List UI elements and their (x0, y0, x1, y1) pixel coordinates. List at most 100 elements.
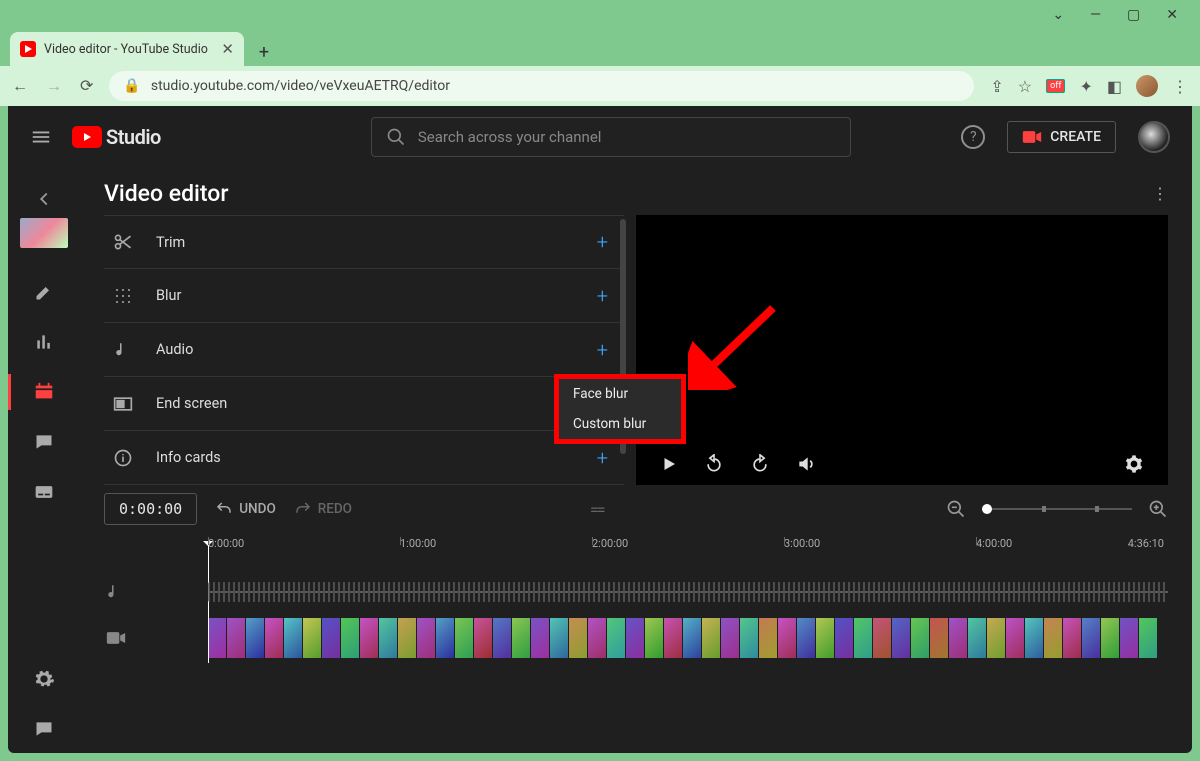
panel-drag-handle-icon[interactable]: == (590, 500, 604, 519)
zoom-in-icon[interactable] (1148, 499, 1168, 519)
sidebar-item-analytics[interactable] (8, 318, 80, 366)
address-bar[interactable]: 🔒 studio.youtube.com/video/veVxeuAETRQ/e… (109, 71, 974, 101)
blur-menu-face[interactable]: Face blur (559, 379, 681, 409)
ruler-mark: 1:00:00 (400, 537, 436, 550)
create-button[interactable]: CREATE (1007, 121, 1116, 153)
rewind-icon[interactable] (704, 454, 724, 474)
youtube-favicon-icon (20, 41, 36, 57)
chrome-menu-icon[interactable]: ⋮ (1172, 77, 1188, 96)
minimize-icon[interactable]: — (1090, 7, 1101, 23)
account-avatar[interactable] (1138, 121, 1170, 153)
sidebar-item-subtitles[interactable] (8, 468, 80, 516)
page-more-icon[interactable]: ⋮ (1152, 184, 1168, 203)
tool-blur[interactable]: Blur + (104, 269, 624, 323)
new-tab-button[interactable]: + (250, 38, 278, 66)
sidebar-item-editor[interactable] (8, 368, 80, 416)
share-icon[interactable]: ⇪ (990, 77, 1003, 96)
sidebar-back-icon[interactable] (33, 188, 55, 210)
tool-label: Blur (156, 287, 575, 304)
feedback-icon (34, 719, 54, 739)
zoom-slider[interactable] (982, 508, 1132, 510)
sidebar-item-details[interactable] (8, 268, 80, 316)
chrome-avatar[interactable] (1136, 75, 1158, 97)
panel-icon[interactable]: ◧ (1107, 77, 1122, 96)
timeline-ruler[interactable]: 0:00:00 1:00:00 2:00:00 3:00:00 4:00:00 … (80, 533, 1192, 569)
extensions-icon[interactable]: ✦ (1079, 77, 1092, 96)
zoom-out-icon[interactable] (946, 499, 966, 519)
create-label: CREATE (1050, 129, 1101, 145)
video-track-icon (104, 631, 208, 645)
sidebar-item-feedback[interactable] (8, 705, 80, 753)
app-header: Studio Search across your channel ? CREA… (8, 106, 1192, 168)
sidebar-item-settings[interactable] (8, 655, 80, 703)
close-window-icon[interactable]: ✕ (1166, 7, 1178, 23)
video-controls (636, 443, 1168, 485)
main-content: Video editor ⋮ Trim + Blur + (80, 168, 1192, 753)
pencil-icon (34, 282, 54, 302)
info-icon (112, 448, 134, 468)
ruler-mark: 2:00:00 (592, 537, 628, 550)
gear-icon (33, 668, 55, 690)
undo-button[interactable]: UNDO (215, 500, 276, 518)
tool-infocards[interactable]: Info cards + (104, 431, 624, 485)
youtube-studio-app: Studio Search across your channel ? CREA… (8, 106, 1192, 753)
tool-label: Info cards (156, 449, 575, 466)
browser-tab[interactable]: Video editor - YouTube Studio ✕ (10, 32, 244, 66)
audio-track-icon (104, 583, 208, 601)
timeline-toolbar: 0:00:00 UNDO REDO == (80, 485, 1192, 533)
ruler-mark: 0:00:00 (208, 537, 244, 550)
audio-track[interactable] (80, 569, 1192, 615)
tool-trim[interactable]: Trim + (104, 215, 624, 269)
tool-label: End screen (156, 395, 575, 412)
redo-button: REDO (294, 500, 352, 518)
back-icon[interactable]: ← (12, 76, 28, 96)
tool-label: Trim (156, 234, 575, 251)
tool-label: Audio (156, 341, 575, 358)
tools-panel: Trim + Blur + Audio + E (104, 215, 624, 485)
search-icon (386, 127, 406, 147)
forward-icon[interactable] (750, 454, 770, 474)
page-title: Video editor (104, 180, 228, 207)
player-settings-icon[interactable] (1124, 454, 1144, 474)
video-track[interactable] (80, 615, 1192, 661)
tab-close-icon[interactable]: ✕ (221, 40, 234, 58)
browser-tabbar: Video editor - YouTube Studio ✕ + (0, 30, 1200, 66)
undo-icon (215, 500, 233, 518)
reload-icon[interactable]: ⟳ (80, 76, 93, 96)
help-icon[interactable]: ? (961, 125, 985, 149)
tool-audio[interactable]: Audio + (104, 323, 624, 377)
sidebar-item-comments[interactable] (8, 418, 80, 466)
add-blur-icon[interactable]: + (597, 284, 608, 308)
left-sidebar (8, 168, 80, 753)
video-thumbnail[interactable] (20, 218, 68, 248)
extension-badge[interactable]: off (1046, 79, 1065, 93)
bookmark-icon[interactable]: ☆ (1018, 77, 1032, 96)
tool-endscreen[interactable]: End screen + (104, 377, 624, 431)
ruler-mark: 4:00:00 (976, 537, 1012, 550)
play-icon[interactable] (660, 455, 678, 473)
maximize-icon[interactable]: ▢ (1127, 7, 1140, 23)
add-infocards-icon[interactable]: + (597, 446, 608, 470)
ruler-end: 4:36:10 (1128, 537, 1164, 550)
tab-title: Video editor - YouTube Studio (44, 42, 213, 57)
analytics-icon (34, 332, 54, 352)
volume-icon[interactable] (796, 454, 816, 474)
blur-menu: Face blur Custom blur (554, 374, 686, 444)
timecode[interactable]: 0:00:00 (104, 493, 197, 525)
add-audio-icon[interactable]: + (597, 338, 608, 362)
ruler-mark: 3:00:00 (784, 537, 820, 550)
chevron-down-icon[interactable]: ⌄ (1052, 7, 1064, 23)
studio-logo[interactable]: Studio (72, 125, 161, 149)
hamburger-icon[interactable] (30, 126, 52, 148)
editor-icon (33, 381, 55, 403)
search-input[interactable]: Search across your channel (371, 117, 851, 157)
blur-menu-custom[interactable]: Custom blur (559, 409, 681, 439)
browser-toolbar: ← → ⟳ 🔒 studio.youtube.com/video/veVxeuA… (0, 66, 1200, 106)
forward-icon: → (46, 76, 62, 96)
add-trim-icon[interactable]: + (597, 230, 608, 254)
video-thumbnails-strip (208, 618, 1168, 658)
endscreen-icon (112, 396, 134, 412)
redo-label: REDO (318, 501, 352, 517)
url-text: studio.youtube.com/video/veVxeuAETRQ/edi… (151, 78, 450, 94)
redo-icon (294, 500, 312, 518)
